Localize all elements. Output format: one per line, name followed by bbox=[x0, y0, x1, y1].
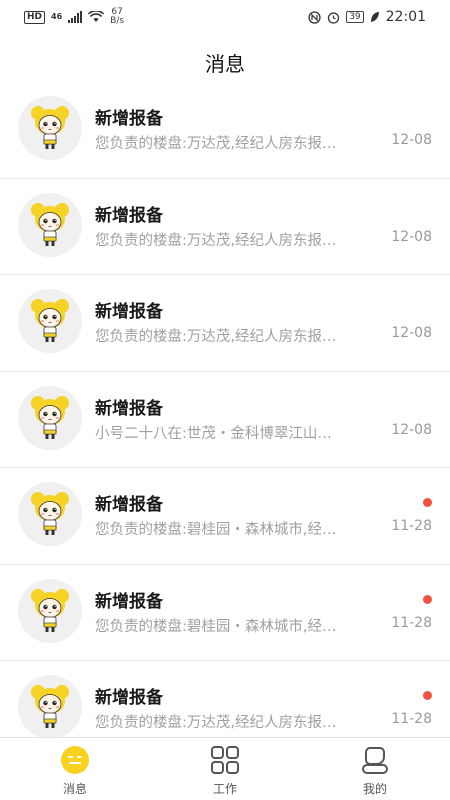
tab-messages[interactable]: 消息 bbox=[0, 738, 150, 800]
message-title: 新增报备 bbox=[95, 495, 163, 515]
message-time: 11-28 bbox=[391, 518, 432, 534]
bottom-tab-bar: 消息 工作 我的 bbox=[0, 737, 450, 800]
message-time: 12-08 bbox=[391, 228, 432, 245]
message-row[interactable]: 新增报备 小号二十八在:世茂・金科博翠江山… 12-08 bbox=[0, 372, 450, 468]
message-title: 新增报备 bbox=[95, 109, 163, 129]
wifi-icon bbox=[88, 11, 105, 22]
status-left: HD 46 67 B/s bbox=[24, 8, 124, 26]
message-time: 12-08 bbox=[391, 421, 432, 438]
hd-indicator: HD bbox=[24, 10, 46, 24]
leaf-icon bbox=[370, 12, 379, 22]
message-row[interactable]: 新增报备 您负责的楼盘:万达茂,经纪人房东报… 12-08 bbox=[0, 179, 450, 275]
bear-avatar-icon bbox=[18, 578, 82, 643]
status-right: 39 22:01 bbox=[308, 9, 426, 25]
message-title: 新增报备 bbox=[95, 688, 163, 708]
message-preview: 您负责的楼盘:碧桂园・森林城市,经… bbox=[95, 618, 337, 635]
message-preview: 您负责的楼盘:万达茂,经纪人房东报… bbox=[95, 232, 337, 249]
bear-avatar-icon bbox=[18, 482, 82, 546]
message-preview: 小号二十八在:世茂・金科博翠江山… bbox=[95, 425, 332, 442]
message-time: 12-08 bbox=[391, 132, 432, 148]
message-list[interactable]: 新增报备 您负责的楼盘:万达茂,经纪人房东报… 12-08 新增报备 您负责的楼… bbox=[0, 82, 450, 737]
unread-dot bbox=[423, 498, 432, 507]
message-row[interactable]: 新增报备 您负责的楼盘:万达茂,经纪人房东报… 12-08 bbox=[0, 275, 450, 372]
tab-label-work: 工作 bbox=[212, 782, 237, 796]
message-title: 新增报备 bbox=[95, 398, 163, 419]
status-bar: HD 46 67 B/s 39 22:01 bbox=[0, 0, 450, 34]
message-title: 新增报备 bbox=[95, 591, 163, 612]
message-row[interactable]: 新增报备 您负责的楼盘:碧桂园・森林城市,经… 11-28 bbox=[0, 468, 450, 565]
message-time: 12-08 bbox=[391, 325, 432, 341]
signal-icon bbox=[68, 11, 83, 23]
message-preview: 您负责的楼盘:万达茂,经纪人房东报… bbox=[95, 329, 337, 345]
message-row[interactable]: 新增报备 您负责的楼盘:碧桂园・森林城市,经… 11-28 bbox=[0, 565, 450, 661]
clock: 22:01 bbox=[385, 9, 426, 25]
message-title: 新增报备 bbox=[95, 205, 163, 226]
tab-work[interactable]: 工作 bbox=[150, 738, 300, 800]
unread-dot bbox=[423, 594, 432, 604]
message-preview: 您负责的楼盘:万达茂,经纪人房东报… bbox=[95, 136, 337, 152]
bear-avatar-icon bbox=[18, 96, 82, 160]
battery-level: 39 bbox=[346, 11, 364, 23]
page-title: 消息 bbox=[205, 51, 245, 76]
message-preview: 您负责的楼盘:碧桂园・森林城市,经… bbox=[95, 522, 337, 538]
message-row[interactable]: 新增报备 您负责的楼盘:万达茂,经纪人房东报… 11-28 bbox=[0, 661, 450, 737]
bear-avatar-icon bbox=[18, 289, 82, 353]
network-speed: 67 B/s bbox=[110, 8, 124, 26]
message-time: 11-28 bbox=[391, 711, 432, 727]
message-title: 新增报备 bbox=[95, 302, 163, 322]
message-time: 11-28 bbox=[391, 614, 432, 631]
message-preview: 您负责的楼盘:万达茂,经纪人房东报… bbox=[95, 715, 337, 731]
bear-avatar-icon bbox=[18, 675, 82, 737]
unread-dot bbox=[423, 691, 432, 700]
alarm-icon bbox=[328, 11, 340, 24]
grid-icon bbox=[209, 744, 241, 776]
tab-mine[interactable]: 我的 bbox=[300, 738, 450, 800]
speed-unit: B/s bbox=[110, 16, 125, 26]
tab-label-mine: 我的 bbox=[362, 782, 387, 796]
bear-avatar-icon bbox=[18, 192, 82, 257]
tab-label-messages: 消息 bbox=[62, 782, 87, 796]
message-row[interactable]: 新增报备 您负责的楼盘:万达茂,经纪人房东报… 12-08 bbox=[0, 82, 450, 179]
network-type: 46 bbox=[51, 12, 63, 21]
profile-icon bbox=[359, 744, 391, 776]
bear-avatar-icon bbox=[18, 385, 82, 450]
message-icon bbox=[59, 744, 91, 776]
nfc-icon bbox=[308, 10, 321, 24]
